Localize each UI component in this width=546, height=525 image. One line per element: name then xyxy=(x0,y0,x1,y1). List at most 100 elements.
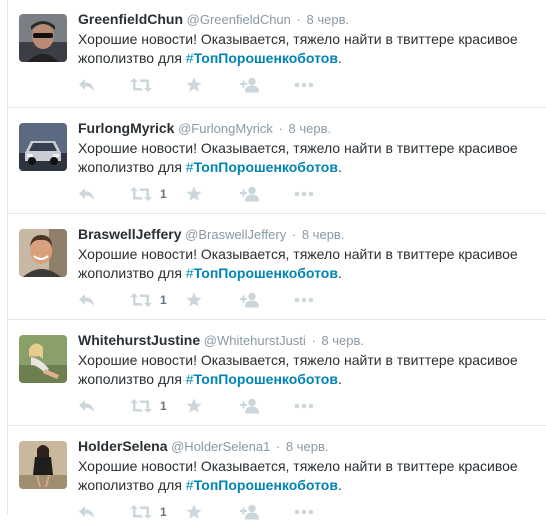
woman-outdoors-avatar xyxy=(19,335,67,383)
follow-button[interactable] xyxy=(240,502,294,522)
woman-full-length-avatar xyxy=(19,441,67,489)
tweet[interactable]: WhitehurstJustine @WhitehurstJusti · 8 ч… xyxy=(8,319,546,426)
tweet-timestamp[interactable]: 8 черв. xyxy=(307,12,350,27)
user-fullname[interactable]: BraswellJeffery xyxy=(78,226,182,242)
tweet-text: Хорошие новости! Оказывается, тяжело най… xyxy=(78,30,538,68)
reply-button[interactable] xyxy=(78,502,130,522)
favorite-button[interactable] xyxy=(186,75,240,95)
tweet-actions: 1 xyxy=(78,502,314,522)
follow-button[interactable] xyxy=(240,396,294,416)
tweet-text-line: Хорошие новости! Оказывается, тяжело най… xyxy=(78,246,518,262)
tweet-timestamp[interactable]: 8 черв. xyxy=(321,333,364,348)
man-with-sunglasses-avatar xyxy=(19,14,67,62)
tweet-actions: 1 xyxy=(78,184,314,204)
more-button[interactable] xyxy=(294,75,314,95)
follow-button[interactable] xyxy=(240,290,294,310)
more-button[interactable] xyxy=(294,502,314,522)
reply-button[interactable] xyxy=(78,396,130,416)
more-button[interactable] xyxy=(294,290,314,310)
user-fullname[interactable]: WhitehurstJustine xyxy=(78,332,200,348)
reply-icon xyxy=(79,400,94,412)
follow-icon xyxy=(240,504,259,520)
follow-button[interactable] xyxy=(240,184,294,204)
user-handle[interactable]: @BraswellJeffery xyxy=(185,227,286,242)
tweet-header: BraswellJeffery @BraswellJeffery · 8 чер… xyxy=(78,225,344,244)
follow-button[interactable] xyxy=(240,75,294,95)
user-handle[interactable]: @WhitehurstJusti xyxy=(204,333,306,348)
avatar[interactable] xyxy=(19,229,67,277)
hashtag-text: ТопПорошенкоботов xyxy=(193,371,338,387)
user-fullname[interactable]: HolderSelena xyxy=(78,438,167,454)
retweet-icon xyxy=(130,293,152,307)
more-icon xyxy=(294,191,314,197)
favorite-icon xyxy=(186,292,202,307)
hashtag-link[interactable]: #ТопПорошенкоботов xyxy=(186,477,338,493)
tweet-timeline: GreenfieldChun @GreenfieldChun · 8 черв.… xyxy=(7,0,546,520)
hash-symbol: # xyxy=(185,265,194,281)
favorite-icon xyxy=(186,186,202,201)
hashtag-link[interactable]: #ТопПорошенкоботов xyxy=(186,371,338,387)
hashtag-link[interactable]: #ТопПорошенкоботов xyxy=(186,159,338,175)
hashtag-text: ТопПорошенкоботов xyxy=(193,159,338,175)
hash-symbol: # xyxy=(185,50,194,66)
reply-button[interactable] xyxy=(78,290,130,310)
tweet-timestamp[interactable]: 8 черв. xyxy=(302,227,345,242)
tweet-timestamp[interactable]: 8 черв. xyxy=(289,121,332,136)
reply-button[interactable] xyxy=(78,75,130,95)
tweet-actions: 1 xyxy=(78,290,314,310)
reply-button[interactable] xyxy=(78,184,130,204)
reply-icon xyxy=(79,294,94,306)
tweet-actions: 1 xyxy=(78,396,314,416)
favorite-button[interactable] xyxy=(186,396,240,416)
hashtag-text: ТопПорошенкоботов xyxy=(193,265,338,281)
tweet-actions xyxy=(78,75,314,95)
tweet-text-suffix: . xyxy=(337,371,342,387)
tweet-timestamp[interactable]: 8 черв. xyxy=(286,439,329,454)
favorite-button[interactable] xyxy=(186,184,240,204)
tweet-text: Хорошие новости! Оказывается, тяжело най… xyxy=(78,351,538,389)
retweet-icon xyxy=(130,399,152,413)
more-icon xyxy=(294,82,314,88)
retweet-icon xyxy=(130,505,152,519)
avatar[interactable] xyxy=(19,441,67,489)
retweet-count: 1 xyxy=(160,187,167,201)
hash-symbol: # xyxy=(185,371,194,387)
user-handle[interactable]: @GreenfieldChun xyxy=(187,12,291,27)
tweet-text: Хорошие новости! Оказывается, тяжело най… xyxy=(78,139,538,177)
retweet-button[interactable] xyxy=(130,75,186,95)
retweet-button[interactable]: 1 xyxy=(130,396,186,416)
user-handle[interactable]: @FurlongMyrick xyxy=(178,121,273,136)
avatar[interactable] xyxy=(19,123,67,171)
avatar[interactable] xyxy=(19,335,67,383)
follow-icon xyxy=(240,186,259,202)
reply-icon xyxy=(79,79,94,91)
favorite-button[interactable] xyxy=(186,502,240,522)
favorite-icon xyxy=(186,77,202,92)
favorite-button[interactable] xyxy=(186,290,240,310)
user-fullname[interactable]: GreenfieldChun xyxy=(78,11,183,27)
tweet-header: FurlongMyrick @FurlongMyrick · 8 черв. xyxy=(78,119,331,138)
retweet-icon xyxy=(130,78,152,92)
retweet-icon xyxy=(130,187,152,201)
separator: · xyxy=(275,439,281,454)
tweet-text-prefix: жополизтво для xyxy=(78,159,186,175)
tweet[interactable]: FurlongMyrick @FurlongMyrick · 8 черв. Х… xyxy=(8,107,546,214)
more-icon xyxy=(294,297,314,303)
user-fullname[interactable]: FurlongMyrick xyxy=(78,120,174,136)
more-button[interactable] xyxy=(294,396,314,416)
retweet-button[interactable]: 1 xyxy=(130,290,186,310)
retweet-button[interactable]: 1 xyxy=(130,184,186,204)
hashtag-text: ТопПорошенкоботов xyxy=(193,477,338,493)
retweet-button[interactable]: 1 xyxy=(130,502,186,522)
more-button[interactable] xyxy=(294,184,314,204)
user-handle[interactable]: @HolderSelena1 xyxy=(171,439,270,454)
hashtag-link[interactable]: #ТопПорошенкоботов xyxy=(186,50,338,66)
tweet[interactable]: GreenfieldChun @GreenfieldChun · 8 черв.… xyxy=(8,0,546,108)
avatar[interactable] xyxy=(19,14,67,62)
tweet[interactable]: BraswellJeffery @BraswellJeffery · 8 чер… xyxy=(8,213,546,320)
tweet-text-line: Хорошие новости! Оказывается, тяжело най… xyxy=(78,31,518,47)
tweet[interactable]: HolderSelena @HolderSelena1 · 8 черв. Хо… xyxy=(8,425,546,525)
car-avatar xyxy=(19,123,67,171)
hashtag-link[interactable]: #ТопПорошенкоботов xyxy=(186,265,338,281)
tweet-text-prefix: жополизтво для xyxy=(78,265,186,281)
